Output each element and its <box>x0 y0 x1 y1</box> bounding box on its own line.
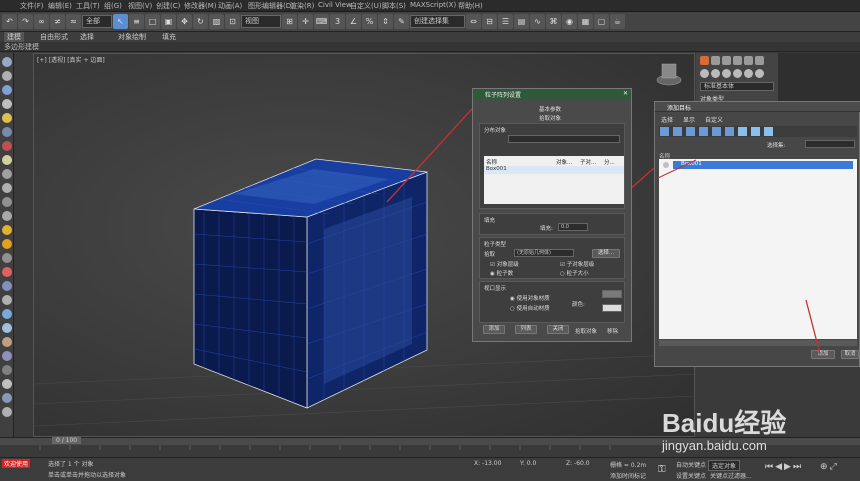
welcome-badge[interactable]: 欢迎使用 <box>2 459 31 468</box>
add-time-tag[interactable]: 添加时间标记 <box>610 471 646 480</box>
viewport-nav-icon[interactable]: ⊕⤢ <box>820 462 839 472</box>
status-hint: 单击或单击并拖动以选择对象 <box>48 472 127 479</box>
pointer-arrow-4 <box>657 159 697 179</box>
key-filter-button[interactable]: 关键点过滤器... <box>710 471 752 480</box>
track-bar[interactable] <box>30 445 630 457</box>
status-message: 选择了 1 个 对象 <box>48 461 94 468</box>
set-key-label[interactable]: 设置关键点 <box>676 471 706 480</box>
frame-indicator[interactable]: 0 / 100 <box>52 437 82 444</box>
coord-y[interactable]: Y: 0.0 <box>520 460 536 467</box>
grid-size: 栅格 = 0.2m <box>610 462 647 469</box>
watermark-brand: Baidu经验 <box>662 408 787 438</box>
baidu-watermark: Baidu经验 jingyan.baidu.com <box>660 383 860 463</box>
coord-x[interactable]: X: -13.00 <box>474 460 501 467</box>
coord-z[interactable]: Z: -60.0 <box>566 460 590 467</box>
playback-controls-icon[interactable]: ⏮◀▶⏭ <box>765 462 803 472</box>
key-icon[interactable]: ⚿ <box>658 464 666 475</box>
track-ticks <box>39 445 611 450</box>
watermark-url: jingyan.baidu.com <box>662 438 767 453</box>
pointer-arrow-3 <box>805 299 821 355</box>
